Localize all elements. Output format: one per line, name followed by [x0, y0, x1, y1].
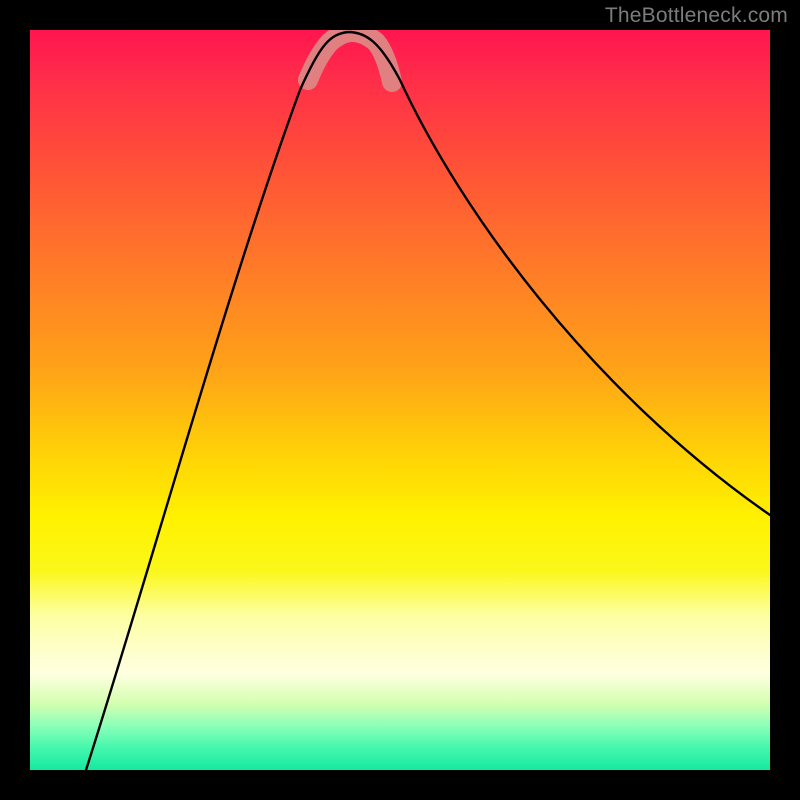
bottleneck-curve	[86, 32, 770, 770]
watermark-label: TheBottleneck.com	[605, 4, 788, 28]
chart-frame: TheBottleneck.com	[0, 0, 800, 800]
curve-layer	[30, 30, 770, 770]
plot-area	[30, 30, 770, 770]
highlight-band	[308, 32, 392, 82]
